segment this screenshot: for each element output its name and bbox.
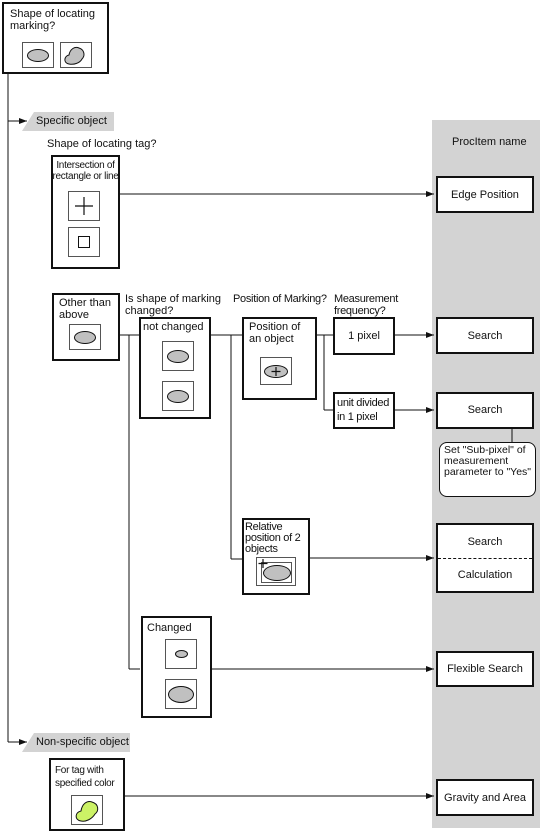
question-marking-position: Position of Marking? xyxy=(233,293,327,305)
square-icon xyxy=(78,236,90,248)
tag-specific-object: Specific object xyxy=(22,112,114,131)
relative-shape-frame xyxy=(256,557,296,586)
node-specified-color-label: For tag with specified color xyxy=(55,765,115,789)
node-relative-position-label: Relative position of 2 objects xyxy=(245,521,301,555)
node-position-of-object-label: Position of an object xyxy=(249,321,301,345)
ellipse-shape-frame xyxy=(22,42,54,68)
ellipse-icon xyxy=(74,331,96,344)
question-marking-changed: Is shape of marking changed? xyxy=(125,293,221,317)
root-question: Shape of locating marking? xyxy=(10,8,96,32)
node-intersection-label: Intersection of rectangle or line xyxy=(52,160,119,182)
small-ellipse-icon xyxy=(175,650,188,658)
question-measurement-frequency: Measurement frequency? xyxy=(334,293,398,317)
dashed-divider xyxy=(438,558,532,559)
procitem-edge-position: Edge Position xyxy=(436,176,534,213)
plus-icon xyxy=(258,559,268,568)
center-plus-icon xyxy=(271,367,281,376)
blob-shape-icon xyxy=(64,46,85,65)
node-changed-label: Changed xyxy=(147,622,192,634)
square-frame xyxy=(68,227,100,257)
crosshair-icon xyxy=(75,197,93,215)
sub-pixel-note-text: Set "Sub-pixel" of measurement parameter… xyxy=(444,444,532,478)
cross-frame xyxy=(68,191,100,221)
other-shape-frame xyxy=(69,324,101,350)
changed-shape-frame-small xyxy=(165,639,197,669)
node-other-than-above-label: Other than above xyxy=(59,297,111,321)
changed-shape-frame-large xyxy=(165,679,197,709)
blob-shape-frame xyxy=(60,42,92,68)
ellipse-icon xyxy=(167,350,189,363)
procitem-gravity-area: Gravity and Area xyxy=(436,779,534,816)
procitem-search-calculation: Search Calculation xyxy=(436,523,534,593)
color-blob-icon xyxy=(75,801,99,822)
not-changed-shape-frame-2 xyxy=(162,381,194,411)
large-ellipse-icon xyxy=(168,686,194,703)
tag-non-specific-object: Non-specific object xyxy=(22,733,130,752)
procitem-search-1: Search xyxy=(436,317,534,354)
node-1-pixel-label: 1 pixel xyxy=(348,330,380,342)
not-changed-shape-frame-1 xyxy=(162,341,194,371)
procitem-search-3: Search xyxy=(467,536,503,548)
ellipse-icon xyxy=(167,390,189,403)
node-not-changed-label: not changed xyxy=(143,321,204,333)
procitem-calculation: Calculation xyxy=(457,569,513,581)
position-shape-frame xyxy=(260,357,292,385)
color-tag-frame xyxy=(71,795,103,825)
sub-pixel-note: Set "Sub-pixel" of measurement parameter… xyxy=(439,442,536,497)
ellipse-shape-icon xyxy=(27,49,49,62)
node-unit-divided-label: unit divided in 1 pixel xyxy=(337,397,390,423)
procitem-flexible-search: Flexible Search xyxy=(436,651,534,687)
question-tag-shape: Shape of locating tag? xyxy=(47,138,157,150)
procitem-search-2: Search xyxy=(436,392,534,429)
